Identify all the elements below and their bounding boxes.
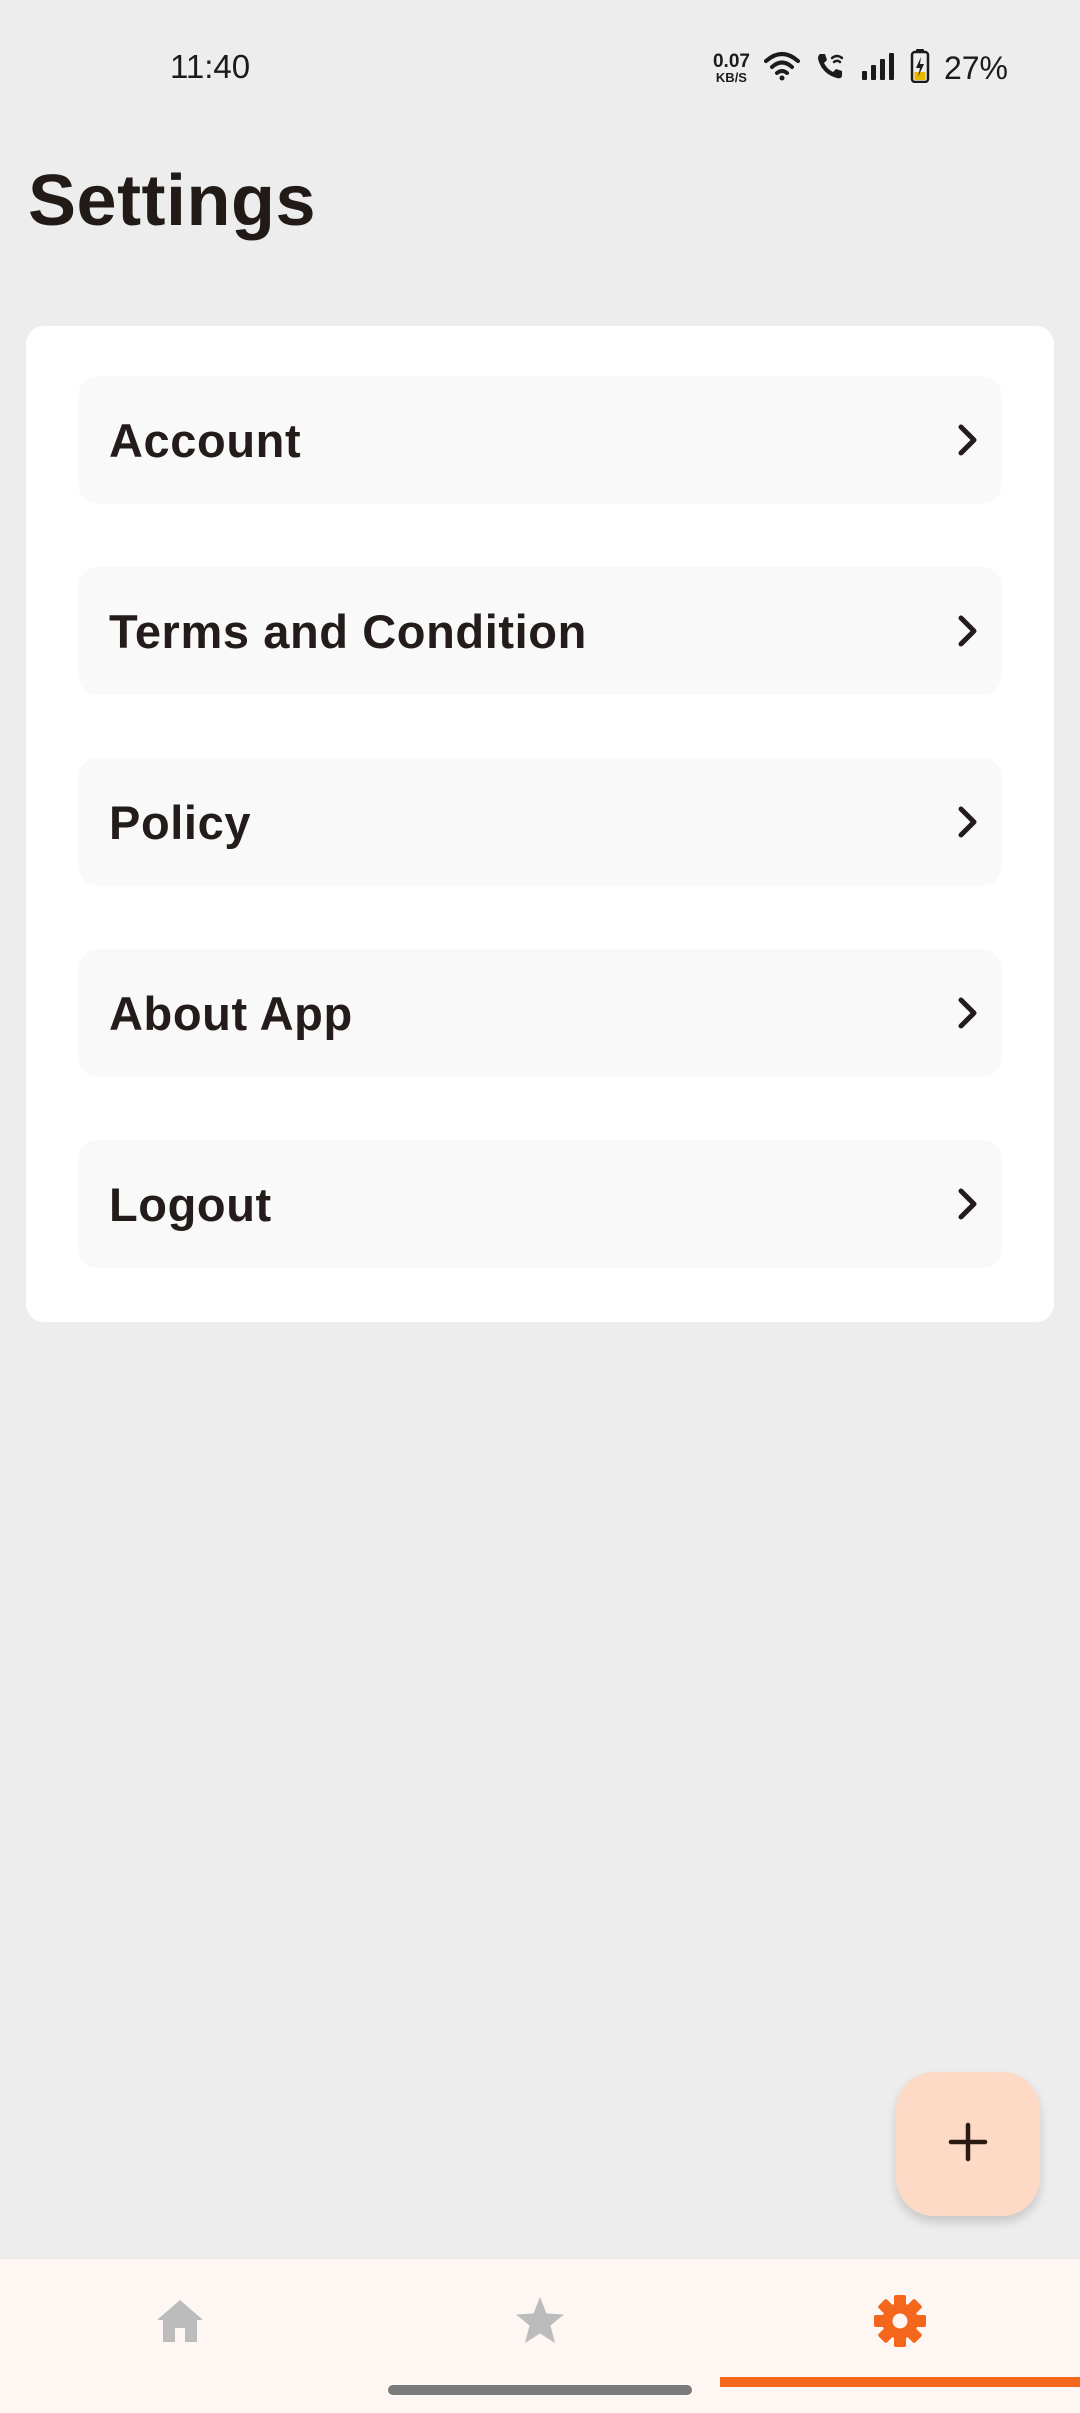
menu-item-policy[interactable]: Policy	[78, 758, 1002, 886]
star-icon	[513, 2295, 567, 2352]
chevron-right-icon	[948, 802, 988, 842]
menu-item-logout[interactable]: Logout	[78, 1140, 1002, 1268]
signal-icon	[860, 51, 896, 86]
chevron-right-icon	[948, 611, 988, 651]
network-speed-unit: KB/S	[715, 70, 747, 85]
menu-item-account[interactable]: Account	[78, 376, 1002, 504]
active-tab-indicator	[720, 2377, 1080, 2387]
plus-icon	[948, 2122, 988, 2167]
menu-item-label: Policy	[109, 795, 252, 849]
home-icon	[154, 2297, 206, 2350]
status-bar: 11:40 0.07 KB/S 27%	[0, 0, 1080, 136]
settings-menu-card: Account Terms and Condition Policy About…	[26, 326, 1054, 1322]
status-time: 11:40	[170, 48, 251, 85]
nav-item-settings[interactable]	[720, 2259, 1080, 2387]
chevron-right-icon	[948, 1184, 988, 1224]
menu-item-label: Logout	[109, 1177, 272, 1231]
gear-icon	[873, 2294, 927, 2353]
home-gesture-bar[interactable]	[388, 2385, 692, 2395]
battery-charging-icon	[910, 48, 930, 88]
network-speed: 0.07 KB/S	[713, 52, 750, 84]
wifi-icon	[763, 51, 800, 86]
menu-item-about-app[interactable]: About App	[78, 949, 1002, 1077]
menu-item-label: About App	[109, 986, 353, 1040]
page-title: Settings	[28, 161, 317, 241]
nav-item-home[interactable]	[0, 2259, 360, 2387]
chevron-right-icon	[948, 420, 988, 460]
wifi-call-icon	[814, 50, 846, 87]
menu-item-label: Account	[109, 413, 302, 467]
menu-item-terms-and-condition[interactable]: Terms and Condition	[78, 567, 1002, 695]
network-speed-value: 0.07	[712, 51, 750, 72]
nav-item-favorites[interactable]	[360, 2259, 720, 2387]
add-fab-button[interactable]	[896, 2072, 1040, 2216]
status-icons: 0.07 KB/S 27%	[713, 46, 1008, 90]
battery-percentage: 27%	[943, 49, 1008, 86]
menu-item-label: Terms and Condition	[109, 604, 587, 658]
chevron-right-icon	[948, 993, 988, 1033]
